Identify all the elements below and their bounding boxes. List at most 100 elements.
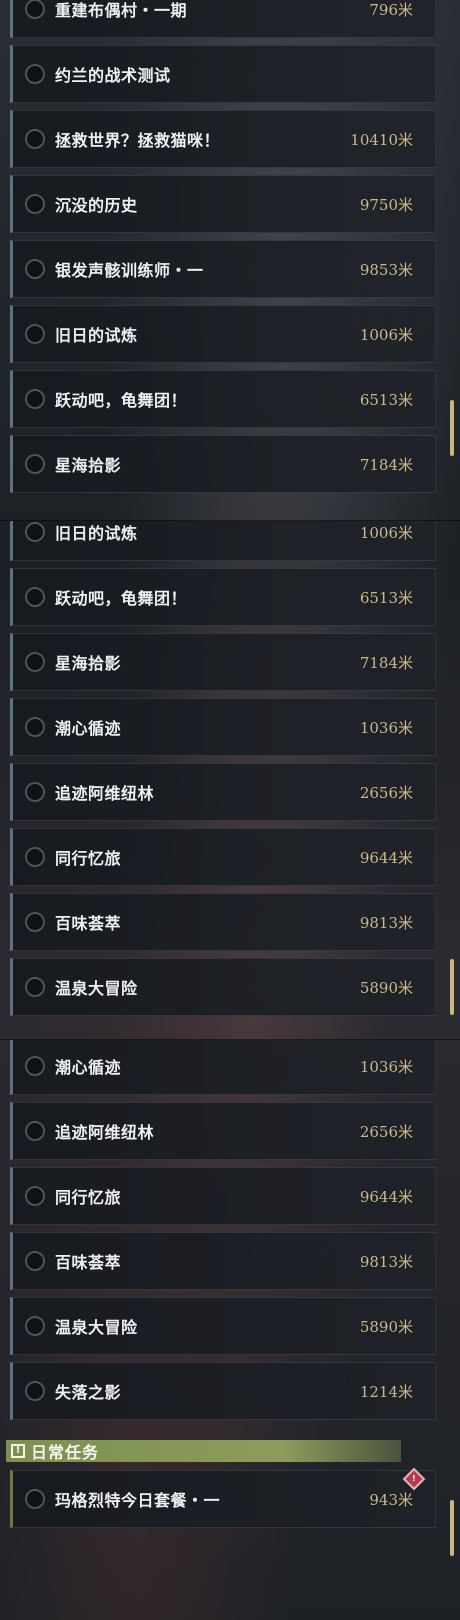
quest-list-panel-3: 潮心循迹 1036米 追迹阿维纽林 2656米 同行忆旅 9644米 百味荟萃 …: [0, 1039, 460, 1620]
exclamation-box-icon: !: [11, 1444, 25, 1458]
track-radio[interactable]: [25, 259, 45, 279]
track-radio[interactable]: [25, 977, 45, 997]
track-radio[interactable]: [25, 324, 45, 344]
task-list: 重建布偶村・一期 796米 约兰的战术测试 拯救世界？拯救猫咪！ 10410米 …: [0, 0, 460, 500]
track-radio[interactable]: [25, 64, 45, 84]
track-radio[interactable]: [25, 587, 45, 607]
task-row[interactable]: 追迹阿维纽林 2656米: [10, 763, 436, 821]
task-name: 追迹阿维纽林: [55, 784, 155, 803]
task-list: 旧日的试炼 1006米 跃动吧，龟舞团！ 6513米 星海拾影 7184米 潮心…: [0, 521, 460, 1023]
task-name: 潮心循迹: [55, 1058, 122, 1077]
task-list: 潮心循迹 1036米 追迹阿维纽林 2656米 同行忆旅 9644米 百味荟萃 …: [0, 1040, 460, 1427]
track-radio[interactable]: [25, 912, 45, 932]
track-radio[interactable]: [25, 522, 45, 542]
task-row[interactable]: 同行忆旅 9644米: [10, 1167, 436, 1225]
task-distance: 9644米: [359, 848, 413, 867]
task-row[interactable]: 跃动吧，龟舞团！ 6513米: [10, 370, 436, 428]
task-name: 追迹阿维纽林: [55, 1123, 155, 1142]
task-row[interactable]: 沉没的历史 9750米: [10, 175, 436, 233]
task-row[interactable]: 拯救世界？拯救猫咪！ 10410米: [10, 110, 436, 168]
task-row[interactable]: 约兰的战术测试: [10, 45, 436, 103]
task-name: 百味荟萃: [55, 914, 122, 933]
track-radio[interactable]: [25, 454, 45, 474]
track-radio[interactable]: [25, 847, 45, 867]
task-name: 拯救世界？拯救猫咪！: [55, 131, 221, 150]
task-row[interactable]: 同行忆旅 9644米: [10, 828, 436, 886]
task-name: 潮心循迹: [55, 719, 122, 738]
task-name: 温泉大冒险: [55, 1318, 138, 1337]
track-radio[interactable]: [25, 1121, 45, 1141]
task-distance: 1036米: [359, 1057, 413, 1076]
quest-list-panel-2: 旧日的试炼 1006米 跃动吧，龟舞团！ 6513米 星海拾影 7184米 潮心…: [0, 520, 460, 1040]
task-distance: 10410米: [350, 130, 413, 149]
track-radio[interactable]: [25, 782, 45, 802]
task-distance: 7184米: [359, 455, 413, 474]
task-distance: 5890米: [359, 1317, 413, 1336]
task-row[interactable]: 旧日的试炼 1006米: [10, 305, 436, 363]
task-name: 星海拾影: [55, 456, 122, 475]
task-row[interactable]: 重建布偶村・一期 796米: [10, 0, 436, 38]
track-radio[interactable]: [25, 389, 45, 409]
track-radio[interactable]: [25, 1316, 45, 1336]
task-distance: 9853米: [359, 260, 413, 279]
task-row[interactable]: 温泉大冒险 5890米: [10, 1297, 436, 1355]
task-name: 跃动吧，龟舞团！: [55, 589, 188, 608]
task-name: 银发声骸训练师・一: [55, 261, 204, 280]
task-distance: 6513米: [359, 390, 413, 409]
daily-task-row[interactable]: 玛格烈特今日套餐・一 943米: [10, 1470, 436, 1528]
task-distance: 9644米: [359, 1187, 413, 1206]
task-row[interactable]: 追迹阿维纽林 2656米: [10, 1102, 436, 1160]
track-radio[interactable]: [25, 129, 45, 149]
task-distance: 1006米: [359, 523, 413, 542]
task-name: 同行忆旅: [55, 1188, 122, 1207]
task-distance: 2656米: [359, 1122, 413, 1141]
task-row[interactable]: 温泉大冒险 5890米: [10, 958, 436, 1016]
task-row[interactable]: 星海拾影 7184米: [10, 435, 436, 493]
task-distance: 7184米: [359, 653, 413, 672]
track-radio[interactable]: [25, 652, 45, 672]
task-distance: 6513米: [359, 588, 413, 607]
task-row[interactable]: 百味荟萃 9813米: [10, 893, 436, 951]
task-name: 玛格烈特今日套餐・一: [55, 1491, 221, 1510]
alert-glyph: !: [412, 1474, 416, 1483]
task-name: 星海拾影: [55, 654, 122, 673]
task-name: 失落之影: [55, 1383, 122, 1402]
task-row[interactable]: 星海拾影 7184米: [10, 633, 436, 691]
quest-list-panel-1: 重建布偶村・一期 796米 约兰的战术测试 拯救世界？拯救猫咪！ 10410米 …: [0, 0, 460, 520]
track-radio[interactable]: [25, 1186, 45, 1206]
task-row[interactable]: 跃动吧，龟舞团！ 6513米: [10, 568, 436, 626]
task-distance: 943米: [369, 1490, 413, 1509]
task-distance: 9813米: [359, 913, 413, 932]
task-distance: 2656米: [359, 783, 413, 802]
task-distance: 5890米: [359, 978, 413, 997]
task-name: 同行忆旅: [55, 849, 122, 868]
track-radio[interactable]: [25, 0, 45, 19]
task-name: 沉没的历史: [55, 196, 138, 215]
daily-quests-header[interactable]: ! 日常任务: [6, 1440, 401, 1462]
task-row[interactable]: 潮心循迹 1036米: [10, 1040, 436, 1095]
task-row[interactable]: 百味荟萃 9813米: [10, 1232, 436, 1290]
task-distance: 1006米: [359, 325, 413, 344]
track-radio[interactable]: [25, 194, 45, 214]
task-name: 旧日的试炼: [55, 326, 138, 345]
task-row[interactable]: 银发声骸训练师・一 9853米: [10, 240, 436, 298]
task-row[interactable]: 潮心循迹 1036米: [10, 698, 436, 756]
scrollbar-thumb[interactable]: [450, 400, 454, 456]
track-radio[interactable]: [25, 1381, 45, 1401]
scrollbar-thumb[interactable]: [450, 1500, 454, 1556]
daily-quests-title: 日常任务: [31, 1443, 100, 1462]
track-radio[interactable]: [25, 1056, 45, 1076]
track-radio[interactable]: [25, 1489, 45, 1509]
task-distance: 796米: [369, 0, 413, 19]
track-radio[interactable]: [25, 1251, 45, 1271]
task-row[interactable]: 旧日的试炼 1006米: [10, 521, 436, 561]
track-radio[interactable]: [25, 717, 45, 737]
task-name: 约兰的战术测试: [55, 66, 171, 85]
task-name: 百味荟萃: [55, 1253, 122, 1272]
task-row[interactable]: 失落之影 1214米: [10, 1362, 436, 1420]
task-name: 跃动吧，龟舞团！: [55, 391, 188, 410]
task-distance: 1214米: [359, 1382, 413, 1401]
scrollbar-thumb[interactable]: [450, 959, 454, 1015]
task-distance: 1036米: [359, 718, 413, 737]
task-name: 温泉大冒险: [55, 979, 138, 998]
